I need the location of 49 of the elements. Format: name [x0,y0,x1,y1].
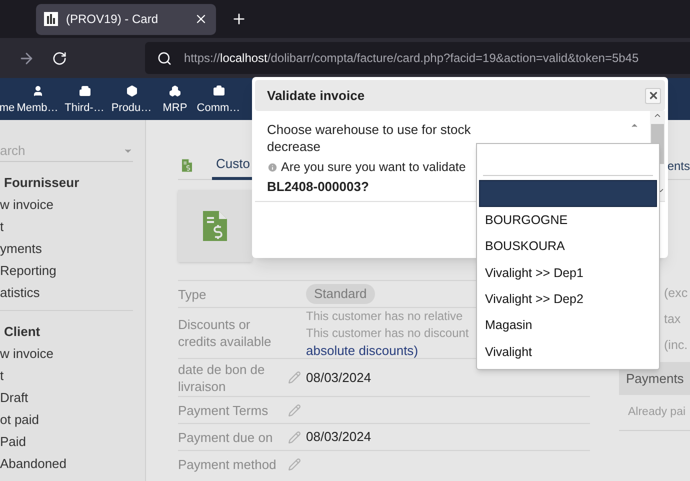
sidebar-link[interactable]: Abandoned [0,453,145,475]
field-label: Payment Terms [178,402,270,418]
field-value: 08/03/2024 [306,368,372,387]
discount-note: This customer has no relative [306,308,464,324]
invoice-reference: BL2408-000003? [267,178,369,196]
field-label: Payment due on [178,428,274,446]
dropdown-option[interactable]: Vivalight >> Dep1 [479,260,657,286]
summary-label: tax [664,310,682,328]
dropdown-option[interactable]: BOUSKOURA [479,233,657,260]
sidebar-link[interactable]: w invoice [0,194,133,216]
menu-item[interactable]: Third-… [61,84,108,116]
sidebar-link[interactable]: yments [0,238,133,260]
summary-label: (inc. [664,336,689,354]
sidebar-link[interactable]: t [0,216,133,238]
warehouse-label: Choose warehouse to use for stock decrease [267,121,472,155]
confirm-question: Are you sure you want to validate [281,159,466,176]
dropdown-option[interactable]: Magasin [479,312,657,339]
discount-note: This customer has no discount [306,324,469,342]
discounts-link[interactable]: absolute discounts [306,342,414,358]
field-label: Payment method [178,456,278,472]
menu-item[interactable]: Produ… [108,84,155,116]
type-badge: Standard [306,284,375,304]
parenthesis-text: ) [414,342,418,358]
field-label: Discounts or credits available [178,316,272,350]
sidebar-link[interactable]: w invoice [0,343,145,365]
sidebar-link[interactable]: Paid [0,431,145,453]
section-title: Client [3,323,42,341]
section-title: Fournisseur [3,174,80,192]
browser-tab[interactable]: (PROV19) - Card [36,4,216,34]
summary-label: (exc [664,284,689,302]
tab-title: (PROV19) - Card [66,11,160,28]
address-field[interactable]: https://localhost/dolibarr/compta/facture/card.php?facid=19&action=valid&token=5b45 [145,42,690,74]
dialog-title: Validate invoice [267,86,365,105]
menu-item[interactable]: me [0,84,14,116]
menu-item[interactable]: Comm… [195,84,242,116]
sidebar-link[interactable]: ot paid [0,409,145,431]
sidebar-link[interactable]: atistics [0,282,133,304]
field-label: Type [178,286,208,302]
sidebar-link[interactable]: Reporting [0,260,133,282]
field-label: date de bon de livraison [178,360,266,394]
payment-row: Already pai [619,395,690,431]
field-value: 08/03/2024 [306,428,372,446]
sidebar-link[interactable]: t [0,365,145,387]
sidebar-link[interactable]: Draft [0,387,145,409]
dropdown-option[interactable]: Vivalight >> Dep2 [479,286,657,313]
tab[interactable]: ents [667,156,690,174]
menu-item[interactable]: MRP [155,84,195,116]
dropdown-option[interactable]: BOURGOGNE [479,207,657,234]
menu-item[interactable]: Memb… [14,84,61,116]
